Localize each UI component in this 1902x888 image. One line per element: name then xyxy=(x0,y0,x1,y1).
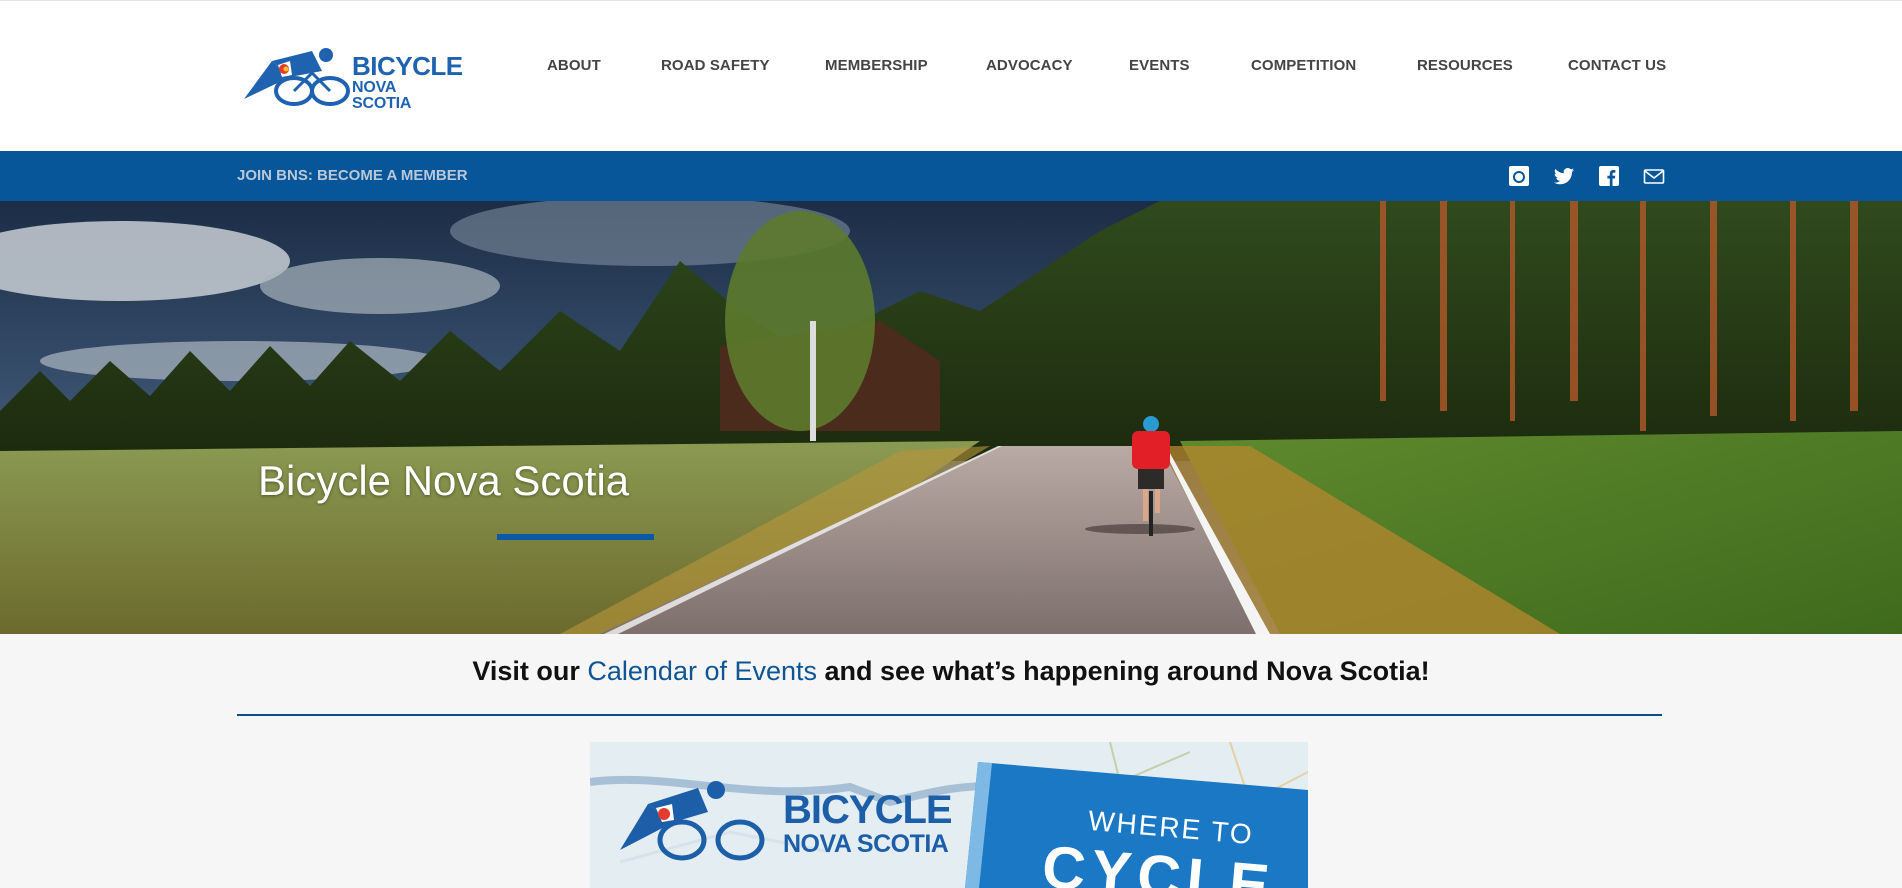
logo-title: BICYCLE xyxy=(352,51,463,81)
logo-subtitle: NOVA SCOTIA xyxy=(352,79,412,112)
nav-about[interactable]: ABOUT xyxy=(547,57,601,74)
where-to-cycle-promo[interactable]: BICYCLE NOVA SCOTIA WHERE TO CYCLE Where… xyxy=(590,742,1308,888)
announce-prefix: Visit our xyxy=(472,656,588,686)
nav-contact-us[interactable]: CONTACT US xyxy=(1568,57,1666,74)
hero-banner: Bicycle Nova Scotia xyxy=(0,201,1902,634)
nav-advocacy[interactable]: ADVOCACY xyxy=(986,57,1073,74)
site-logo[interactable]: BICYCLE NOVA SCOTIA xyxy=(242,47,463,112)
main-content: Visit our Calendar of Events and see wha… xyxy=(0,634,1902,888)
announce-suffix: and see what’s happening around Nova Sco… xyxy=(817,656,1430,686)
book-spine-title: Where to Cycle in N xyxy=(999,782,1011,877)
email-icon[interactable] xyxy=(1643,165,1665,187)
nav-resources[interactable]: RESOURCES xyxy=(1417,57,1513,74)
join-membership-link[interactable]: JOIN BNS: BECOME A MEMBER xyxy=(237,167,468,184)
main-nav: ABOUT ROAD SAFETY MEMBERSHIP ADVOCACY EV… xyxy=(520,57,1670,81)
instagram-icon[interactable] xyxy=(1508,165,1530,187)
facebook-icon[interactable] xyxy=(1598,165,1620,187)
hero-title-underline xyxy=(497,534,654,540)
nav-events[interactable]: EVENTS xyxy=(1129,57,1190,74)
twitter-icon[interactable] xyxy=(1553,165,1575,187)
events-announcement: Visit our Calendar of Events and see wha… xyxy=(0,656,1902,687)
section-divider xyxy=(237,714,1662,716)
calendar-of-events-link[interactable]: Calendar of Events xyxy=(587,656,817,686)
nav-competition[interactable]: COMPETITION xyxy=(1251,57,1356,74)
member-bar: JOIN BNS: BECOME A MEMBER xyxy=(0,151,1902,201)
cyclist-logo-icon xyxy=(244,48,350,106)
hero-title: Bicycle Nova Scotia xyxy=(258,457,630,504)
nav-road-safety[interactable]: ROAD SAFETY xyxy=(661,57,770,74)
promo-logo-title: BICYCLE xyxy=(783,788,953,832)
site-header: BICYCLE NOVA SCOTIA ABOUT ROAD SAFETY ME… xyxy=(0,0,1902,151)
hero-landscape-image xyxy=(0,201,1902,634)
page: BICYCLE NOVA SCOTIA ABOUT ROAD SAFETY ME… xyxy=(0,0,1902,888)
nav-membership[interactable]: MEMBERSHIP xyxy=(825,57,928,74)
promo-logo-subtitle: NOVA SCOTIA xyxy=(783,830,949,858)
